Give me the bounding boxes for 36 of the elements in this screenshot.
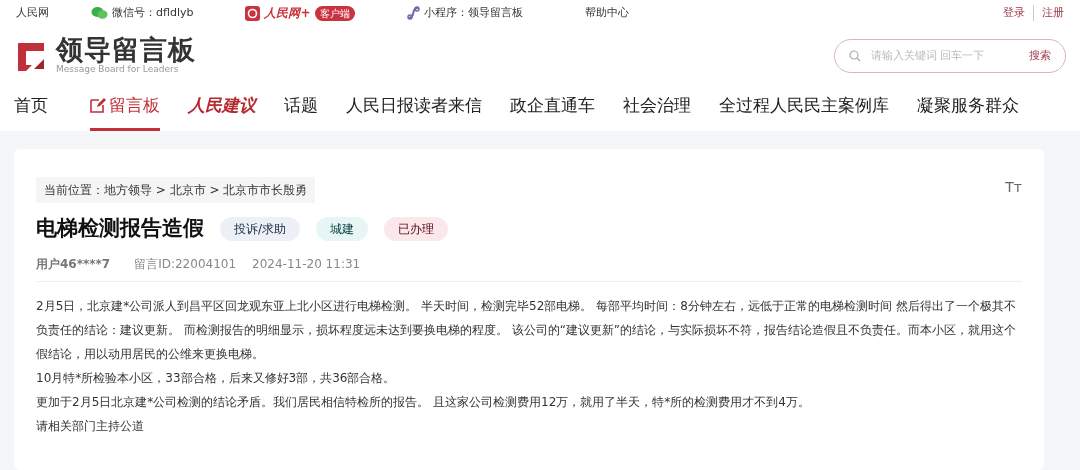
post-time: 2024-11-20 11:31 <box>252 255 361 273</box>
post-title: 电梯检测报告造假 <box>36 215 204 242</box>
tag: 投诉/求助 <box>220 216 301 241</box>
message-id: 留言ID:22004101 <box>134 255 237 273</box>
nav-tab[interactable]: 凝聚服务群众 <box>917 86 1019 131</box>
search-icon <box>849 50 861 63</box>
font-size-toggle[interactable]: Tт <box>1005 177 1022 198</box>
paragraph: 请相关部门主持公道 <box>36 417 145 435</box>
breadcrumb: 当前位置：地方领导 > 北京市 > 北京市市长殷勇 <box>36 177 316 203</box>
auth-link[interactable]: 注册 <box>1033 4 1064 22</box>
nav-tab[interactable]: 人民建议 <box>188 86 256 131</box>
top-link[interactable]: 人民网 <box>16 4 49 22</box>
nav-tab[interactable]: 话题 <box>284 86 318 131</box>
user-name: 用户46****7 <box>36 255 111 273</box>
top-link[interactable]: 帮助中心 <box>584 4 629 22</box>
app-badge: 客户端 <box>314 5 355 21</box>
tag: 城建 <box>316 216 369 241</box>
tag: 已办理 <box>384 216 449 241</box>
nav-tab[interactable]: 全过程人民民主案例库 <box>719 86 889 131</box>
paragraph: 更加于2月5日北京建*公司检测的结论矛盾。我们居民相信特检所的报告。 且这家公司检测费用12万，就用了半天，特*所的检测费用才不到4万。 <box>36 393 811 411</box>
app-name[interactable]: 人民网+ <box>264 4 311 22</box>
nav-tab[interactable]: 社会治理 <box>623 86 691 131</box>
chat-bubbles-icon <box>91 6 108 20</box>
nav-tab[interactable]: 人民日报读者来信 <box>346 86 482 131</box>
link-icon <box>406 6 420 20</box>
nav-tab[interactable]: 首页 <box>14 86 48 131</box>
paragraph: 10月特*所检验本小区，33部合格，后来又修好3部，共36部合格。 <box>36 369 397 387</box>
paragraph: 2月5日，北京建*公司派人到昌平区回龙观东亚上北小区进行电梯检测。 半天时间，检测完毕52部电梯。 每部平均时间：8分钟左右，远低于正常的电梯检测时间 然后得出了一个极其不负责任的结论：建议更新。 而检测报告的明细显示，损坏程度远未达到要换电梯的程度。 该公司的“建议更新”的结论，与实际损坏不符，报告结论造假且不负责任。而本小区，就用这个假结论，用以动用居民的公维来更换电梯。 <box>36 297 1018 363</box>
logo-subtitle: Message Board for Leaders <box>56 64 180 76</box>
auth-link[interactable]: 登录 <box>1003 4 1025 22</box>
app-icon <box>245 5 261 21</box>
search-button[interactable]: 搜索 <box>1029 48 1051 65</box>
edit-icon <box>90 96 106 113</box>
top-link[interactable]: 微信号：dfldlyb <box>112 4 194 22</box>
nav-tab[interactable]: 政企直通车 <box>510 86 595 131</box>
top-link[interactable]: 小程序：领导留言板 <box>423 4 523 22</box>
